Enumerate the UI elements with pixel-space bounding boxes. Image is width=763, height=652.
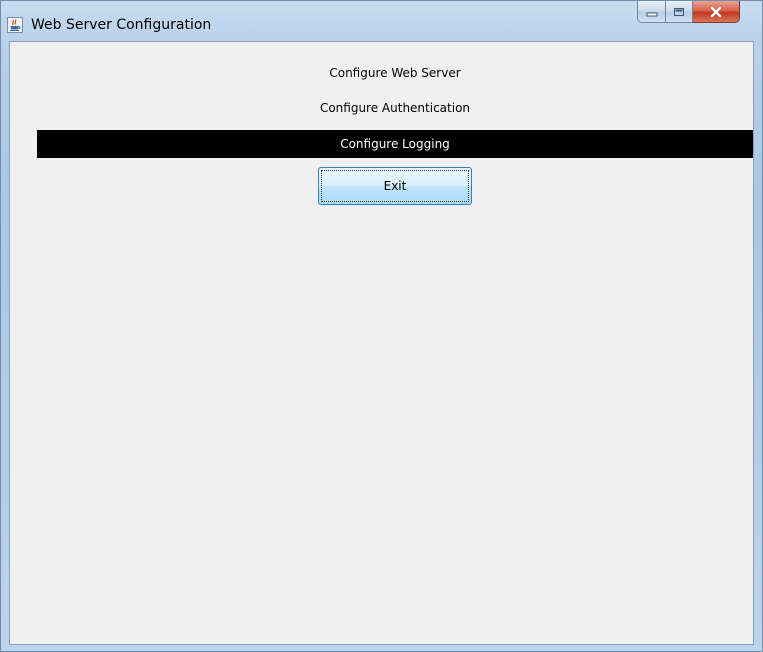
maximize-button[interactable] bbox=[666, 1, 693, 23]
main-panel: Configure Web Server Configure Authentic… bbox=[9, 41, 754, 645]
exit-button[interactable]: Exit bbox=[318, 167, 472, 205]
minimize-icon bbox=[646, 12, 657, 16]
java-app-icon[interactable] bbox=[7, 17, 23, 33]
close-button[interactable] bbox=[693, 1, 740, 23]
title-bar[interactable]: Web Server Configuration bbox=[1, 1, 762, 43]
exit-button-label: Exit bbox=[321, 170, 469, 202]
close-icon bbox=[710, 6, 722, 17]
menu-item-configure-authentication[interactable]: Configure Authentication bbox=[37, 94, 753, 122]
window-title: Web Server Configuration bbox=[31, 17, 212, 33]
window-controls bbox=[637, 1, 740, 24]
maximize-icon bbox=[674, 7, 684, 16]
menu-item-configure-logging[interactable]: Configure Logging bbox=[37, 130, 753, 158]
menu-item-configure-web-server[interactable]: Configure Web Server bbox=[37, 59, 753, 87]
minimize-button[interactable] bbox=[637, 1, 666, 23]
application-window: Web Server Configuration Configure Web S… bbox=[0, 0, 763, 652]
